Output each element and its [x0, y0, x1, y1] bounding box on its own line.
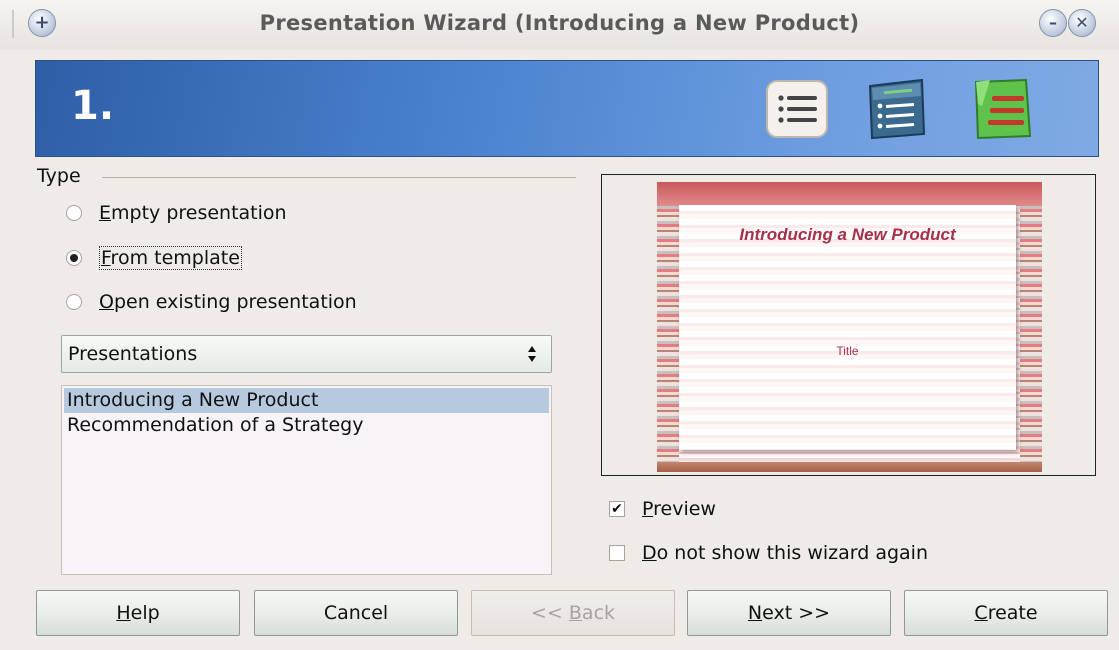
dont-show-checkbox-label: Do not show this wizard again [642, 542, 928, 564]
title-bar: + Presentation Wizard (Introducing a New… [0, 0, 1119, 50]
slide-thumbnail: Introducing a New Product Title [657, 182, 1042, 472]
cancel-button[interactable]: Cancel [254, 590, 458, 636]
empty-document-icon [766, 80, 828, 138]
template-category-select[interactable]: Presentations [61, 335, 552, 373]
list-item[interactable]: Introducing a New Product [64, 388, 549, 413]
radio-label: Open existing presentation [99, 291, 357, 313]
radio-button[interactable] [66, 250, 82, 266]
slide-left-stripes [657, 206, 679, 462]
template-list[interactable]: Introducing a New Product Recommendation… [61, 385, 552, 575]
slide-footer-band [657, 462, 1042, 472]
back-button[interactable]: << Back [471, 590, 675, 636]
slide-subtitle: Title [836, 344, 859, 358]
wizard-step-banner: 1. [35, 60, 1099, 157]
preview-checkbox-row[interactable]: ✔ Preview [609, 496, 716, 522]
radio-label: Empty presentation [99, 202, 287, 224]
minimize-icon[interactable]: – [1039, 9, 1067, 37]
template-document-icon [868, 78, 926, 140]
radio-label: From template [99, 246, 242, 270]
slide-content-card: Introducing a New Product Title [679, 205, 1016, 450]
help-button[interactable]: Help [36, 590, 240, 636]
create-button[interactable]: Create [904, 590, 1108, 636]
list-item[interactable]: Recommendation of a Strategy [62, 413, 551, 438]
type-group-label: Type [37, 165, 81, 187]
close-icon[interactable]: ✕ [1068, 9, 1096, 37]
radio-empty-presentation[interactable]: Empty presentation [66, 200, 287, 226]
slide-title: Introducing a New Product [739, 225, 956, 244]
window-title: Presentation Wizard (Introducing a New P… [259, 11, 860, 35]
slide-header-band [657, 182, 1042, 206]
type-group-divider [102, 177, 576, 178]
preview-panel: Introducing a New Product Title [601, 174, 1096, 476]
up-down-arrows-icon [528, 346, 536, 362]
preview-checkbox-label: Preview [642, 498, 716, 520]
slide-right-stripes [1020, 206, 1042, 462]
dont-show-checkbox-row[interactable]: Do not show this wizard again [609, 540, 928, 566]
radio-button[interactable] [66, 205, 82, 221]
radio-from-template[interactable]: From template [66, 245, 242, 271]
open-document-icon [974, 78, 1032, 140]
preview-checkbox[interactable]: ✔ [609, 501, 625, 517]
dont-show-checkbox[interactable] [609, 545, 625, 561]
next-button[interactable]: Next >> [687, 590, 891, 636]
template-category-value: Presentations [68, 343, 198, 365]
radio-button[interactable] [66, 294, 82, 310]
step-number: 1. [71, 83, 115, 129]
radio-open-existing[interactable]: Open existing presentation [66, 289, 357, 315]
